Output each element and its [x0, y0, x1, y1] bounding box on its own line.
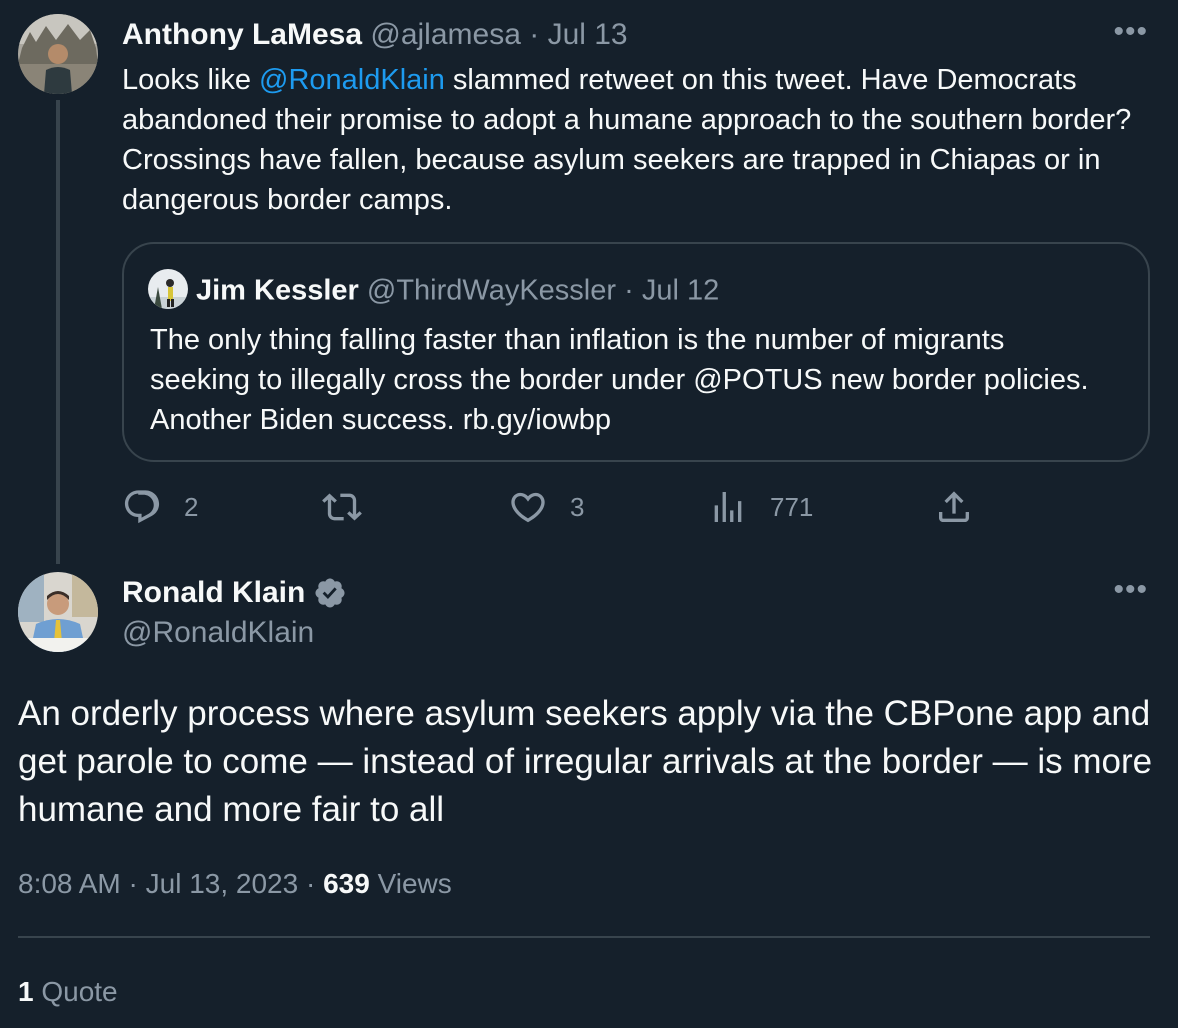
divider	[18, 936, 1150, 938]
avatar-image	[18, 572, 98, 652]
views-count: 771	[770, 491, 814, 522]
quoted-tweet-date[interactable]: Jul 12	[642, 275, 719, 307]
author-name[interactable]: Anthony LaMesa	[122, 18, 362, 51]
quote-count: 1	[18, 976, 34, 1007]
avatar[interactable]	[18, 572, 98, 652]
reply-icon	[124, 490, 160, 524]
quoted-tweet-header: Jim Kessler @ThirdWayKessler · Jul 12	[148, 269, 719, 312]
reply-header: Anthony LaMesa @ajlamesa · Jul 13	[122, 16, 628, 54]
author-handle[interactable]: @ajlamesa	[370, 18, 521, 51]
verified-badge-icon[interactable]	[313, 576, 347, 610]
tweet-date[interactable]: Jul 13	[548, 18, 628, 51]
tweet-time[interactable]: 8:08 AM	[18, 868, 121, 899]
more-horizontal-icon[interactable]: •••	[1113, 17, 1148, 47]
quoted-avatar	[148, 269, 188, 309]
quoted-author-name[interactable]: Jim Kessler	[196, 275, 359, 307]
retweet-button[interactable]	[322, 484, 362, 530]
heart-icon	[511, 492, 545, 523]
quote-label: Quote	[33, 976, 118, 1007]
quoted-author-handle[interactable]: @ThirdWayKessler	[367, 275, 616, 307]
more-horizontal-icon[interactable]: •••	[1113, 575, 1148, 605]
main-author-name[interactable]: Ronald Klain	[122, 574, 305, 612]
separator: ·	[616, 274, 642, 307]
separator: ·	[120, 868, 146, 899]
main-tweet-text: An orderly process where asylum seekers …	[18, 694, 1153, 829]
like-count: 3	[570, 491, 585, 522]
views-count: 639	[323, 868, 370, 899]
views-label: Views	[369, 868, 452, 899]
avatar[interactable]	[18, 14, 98, 94]
separator: ·	[520, 18, 548, 51]
retweet-icon	[322, 493, 362, 521]
text-segment: Looks like	[122, 64, 260, 96]
tweet-meta: 8:08 AM · Jul 13, 2023 · 639 Views	[18, 864, 452, 904]
share-icon	[939, 491, 969, 522]
reply-count: 2	[184, 491, 199, 522]
avatar-image	[18, 14, 98, 94]
reply-text: Looks like @RonaldKlain slammed retweet …	[122, 60, 1152, 220]
mention-link[interactable]: @RonaldKlain	[259, 64, 445, 96]
like-button[interactable]: 3	[508, 484, 584, 530]
main-author-name-group[interactable]: Ronald Klain	[122, 574, 347, 612]
main-tweet-header: Ronald Klain	[122, 574, 347, 612]
share-button[interactable]	[934, 484, 974, 530]
reply-tweet[interactable]: Anthony LaMesa @ajlamesa · Jul 13 ••• Lo…	[0, 0, 1178, 564]
tweet-date[interactable]: Jul 13, 2023	[146, 868, 299, 899]
separator: ·	[298, 868, 324, 899]
quote-count-link[interactable]: 1 Quote	[18, 972, 118, 1012]
main-author-handle[interactable]: @RonaldKlain	[122, 614, 314, 652]
views-button[interactable]: 771	[708, 484, 813, 530]
quoted-tweet-text: The only thing falling faster than infla…	[150, 324, 1089, 436]
action-bar: 2 3 771	[0, 484, 1178, 534]
views-chart-icon	[714, 492, 742, 522]
reply-button[interactable]: 2	[122, 484, 198, 530]
quoted-tweet-card[interactable]: Jim Kessler @ThirdWayKessler · Jul 12 Th…	[122, 242, 1150, 462]
